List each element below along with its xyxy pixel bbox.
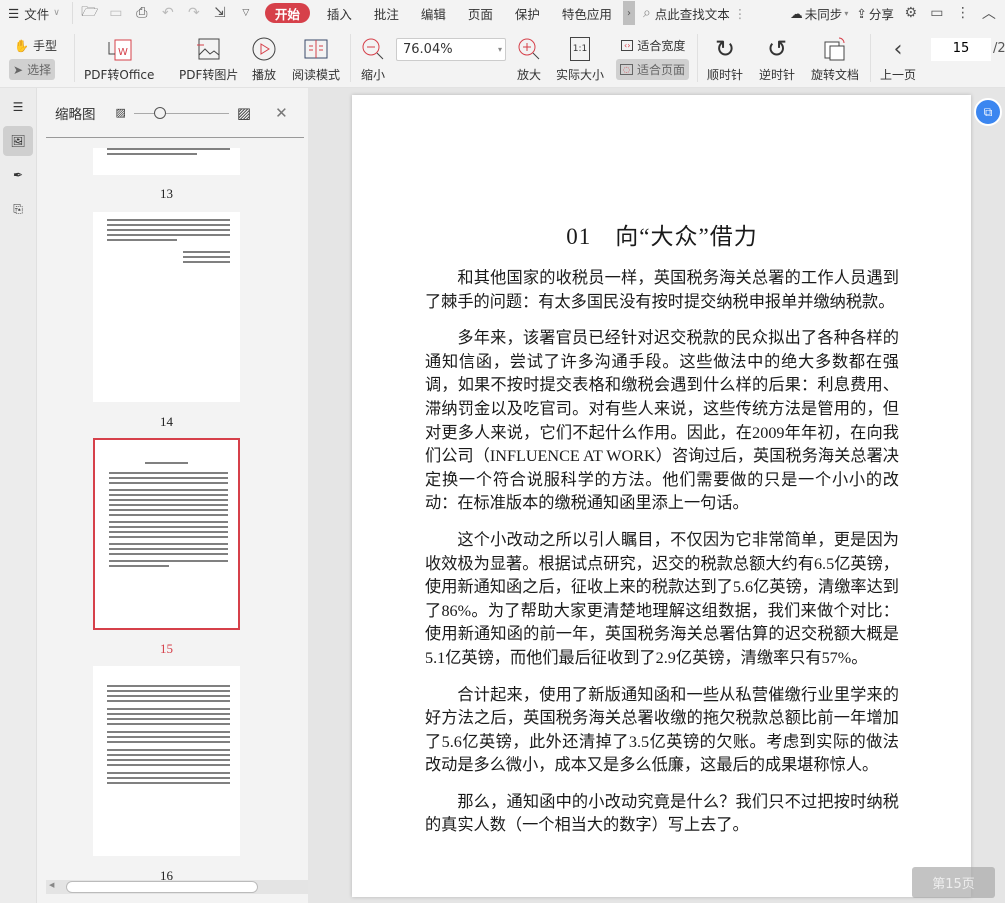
- paragraph: 合计起来，使用了新版通知函和一些从私营催缴行业里学来的好方法之后，英国税务海关总…: [425, 685, 899, 775]
- settings-gear-icon[interactable]: ⚙: [900, 2, 922, 24]
- tab-features[interactable]: 特色应用: [551, 0, 623, 26]
- tab-annotate[interactable]: 批注: [363, 0, 410, 26]
- small-image-icon[interactable]: ▨: [116, 106, 126, 119]
- rotate-document-button[interactable]: 旋转文档: [811, 32, 859, 83]
- paragraph: 和其他国家的收税员一样，英国税务海关总署的工作人员遇到了棘手的问题：有太多国民没…: [425, 269, 899, 311]
- select-tool-button[interactable]: ➤ 选择: [9, 59, 56, 80]
- page-number-input[interactable]: 15: [931, 38, 991, 61]
- zoom-in-button[interactable]: 放大: [516, 32, 542, 83]
- hand-tool-button[interactable]: ✋ 手型: [10, 35, 61, 56]
- thumbnail-label-selected: 15: [160, 641, 173, 656]
- scrollbar-thumb[interactable]: [66, 881, 258, 893]
- actual-size-button[interactable]: 1:1 实际大小: [556, 32, 604, 83]
- rotate-clockwise-button[interactable]: ↻ 顺时针: [707, 32, 743, 83]
- rotate-document-icon: [822, 32, 848, 66]
- convert-icon: ⧉: [983, 104, 993, 119]
- outline-icon[interactable]: ☰: [3, 92, 33, 122]
- fit-page-icon: ◌: [620, 64, 633, 75]
- cursor-arrow-icon: ➤: [13, 62, 24, 77]
- hamburger-icon: ☰: [8, 5, 20, 21]
- pdf-to-image-button[interactable]: PDF转图片: [179, 32, 238, 83]
- thumbnail-horizontal-scrollbar[interactable]: ◀▶: [46, 880, 329, 894]
- fit-page-button[interactable]: ◌ 适合页面: [616, 59, 689, 80]
- annotation-pen-icon[interactable]: ✒: [3, 160, 33, 190]
- zoom-in-icon: [516, 32, 542, 66]
- export-icon[interactable]: ⇲: [209, 2, 231, 24]
- thumbnail-label: 14: [160, 414, 173, 429]
- print-icon[interactable]: ⎙: [131, 2, 153, 24]
- zoom-out-button[interactable]: 缩小: [360, 32, 386, 83]
- hand-icon: ✋: [14, 38, 29, 53]
- comment-icon[interactable]: ▭: [926, 2, 948, 24]
- zoom-level-select[interactable]: 76.04% ▾: [396, 38, 506, 61]
- page-total: /2: [993, 41, 1005, 56]
- document-page: 01 向“大众”借力 和其他国家的收税员一样，英国税务海关总署的工作人员遇到了棘…: [352, 95, 971, 897]
- thumbnail-page-15[interactable]: [93, 438, 240, 630]
- dropdown-arrow-icon: ▾: [497, 45, 502, 54]
- save-icon[interactable]: ▭: [105, 2, 127, 24]
- thumbnail-size-slider[interactable]: [133, 106, 229, 119]
- pdf-to-office-icon: W: [105, 32, 133, 66]
- page-indicator-badge: 第15页: [912, 867, 995, 898]
- pdf-to-office-button[interactable]: W PDF转Office: [84, 32, 154, 83]
- search-box[interactable]: ⌕ 点此查找文本 ⋮: [643, 4, 746, 23]
- left-sidebar-rail: ☰ 🖼 ✒ ⎘: [0, 88, 37, 903]
- undo-icon[interactable]: ↶: [157, 2, 179, 24]
- thumbnail-page-16[interactable]: [93, 666, 240, 856]
- more-dropdown-icon[interactable]: ▽: [235, 2, 257, 24]
- play-button[interactable]: 播放: [251, 32, 277, 83]
- share-icon: ⇪: [856, 5, 867, 21]
- rotate-cw-icon: ↻: [714, 35, 736, 63]
- fit-width-button[interactable]: ‹› 适合宽度: [617, 35, 689, 56]
- open-folder-icon[interactable]: 🗁: [79, 2, 101, 24]
- document-viewer[interactable]: 01 向“大众”借力 和其他国家的收税员一样，英国税务海关总署的工作人员遇到了棘…: [308, 88, 1005, 903]
- image-icon: [196, 32, 222, 66]
- chevron-down-icon: ∨: [53, 8, 60, 18]
- rotate-counterclockwise-button[interactable]: ↺ 逆时针: [759, 32, 795, 83]
- sync-button[interactable]: ☁ 未同步 ▾: [786, 0, 852, 26]
- rotate-ccw-icon: ↺: [766, 35, 788, 63]
- tab-protect[interactable]: 保护: [504, 0, 551, 26]
- thumbnail-panel: 缩略图 ▨ ▨ ✕ 13 14 15 16 ▲▼ ◀▶: [37, 88, 343, 903]
- prev-page-button[interactable]: ‹ 上一页: [880, 32, 916, 83]
- chevron-left-icon: ‹: [893, 36, 903, 62]
- tab-page[interactable]: 页面: [457, 0, 504, 26]
- paragraph: 那么，通知函中的小改动究竟是什么？我们只不过把按时纳税的真实人数（一个相当大的数…: [425, 792, 899, 835]
- top-menu-bar: ☰ 文件 ∨ 🗁 ▭ ⎙ ↶ ↷ ⇲ ▽ 开始 插入 批注 编辑 页面 保护 特色应…: [0, 0, 1005, 26]
- cloud-icon: ☁: [790, 5, 803, 21]
- svg-text:W: W: [118, 47, 128, 58]
- more-tabs-button[interactable]: ›: [622, 1, 635, 25]
- paragraph: 多年来，该署官员已经针对迟交税款的民众拟出了各种各样的通知信函，尝试了许多沟通手…: [425, 329, 899, 513]
- tab-edit[interactable]: 编辑: [410, 0, 457, 26]
- actual-size-icon: 1:1: [570, 32, 590, 66]
- file-menu[interactable]: ☰ 文件 ∨: [0, 0, 68, 26]
- play-icon: [251, 32, 277, 66]
- thumbnail-page-14[interactable]: [93, 212, 240, 402]
- more-vert-icon[interactable]: ⋮: [952, 2, 974, 24]
- tab-start[interactable]: 开始: [264, 3, 310, 23]
- thumbnail-icon[interactable]: 🖼: [3, 126, 33, 156]
- ribbon-toolbar: ✋ 手型 ➤ 选择 W PDF转Office PDF转图片 播放 阅读模式 缩小 76…: [0, 26, 1005, 88]
- fit-width-icon: ‹›: [621, 40, 634, 51]
- thumbnail-label: 13: [160, 186, 173, 201]
- kebab-icon: ⋮: [733, 5, 747, 21]
- paragraph: 这个小改动之所以引人瞩目，不仅因为它非常简单，更是因为收效极为显著。根据试点研究…: [425, 530, 899, 667]
- read-mode-button[interactable]: 阅读模式: [292, 32, 340, 83]
- large-image-icon[interactable]: ▨: [237, 104, 251, 122]
- search-icon: ⌕: [642, 5, 651, 21]
- thumbnail-panel-title: 缩略图: [55, 106, 96, 123]
- zoom-out-icon: [360, 32, 386, 66]
- convert-floating-button[interactable]: ⧉: [974, 98, 1002, 126]
- share-button[interactable]: ⇪ 分享: [852, 0, 898, 26]
- close-icon[interactable]: ✕: [275, 104, 288, 122]
- collapse-ribbon-icon[interactable]: ︿: [978, 2, 1000, 24]
- chapter-title: 01 向“大众”借力: [566, 224, 758, 249]
- book-icon: [303, 32, 329, 66]
- attachment-icon[interactable]: ⎘: [3, 194, 33, 224]
- redo-icon[interactable]: ↷: [183, 2, 205, 24]
- tab-insert[interactable]: 插入: [316, 0, 363, 26]
- thumbnail-page-13[interactable]: [93, 148, 240, 175]
